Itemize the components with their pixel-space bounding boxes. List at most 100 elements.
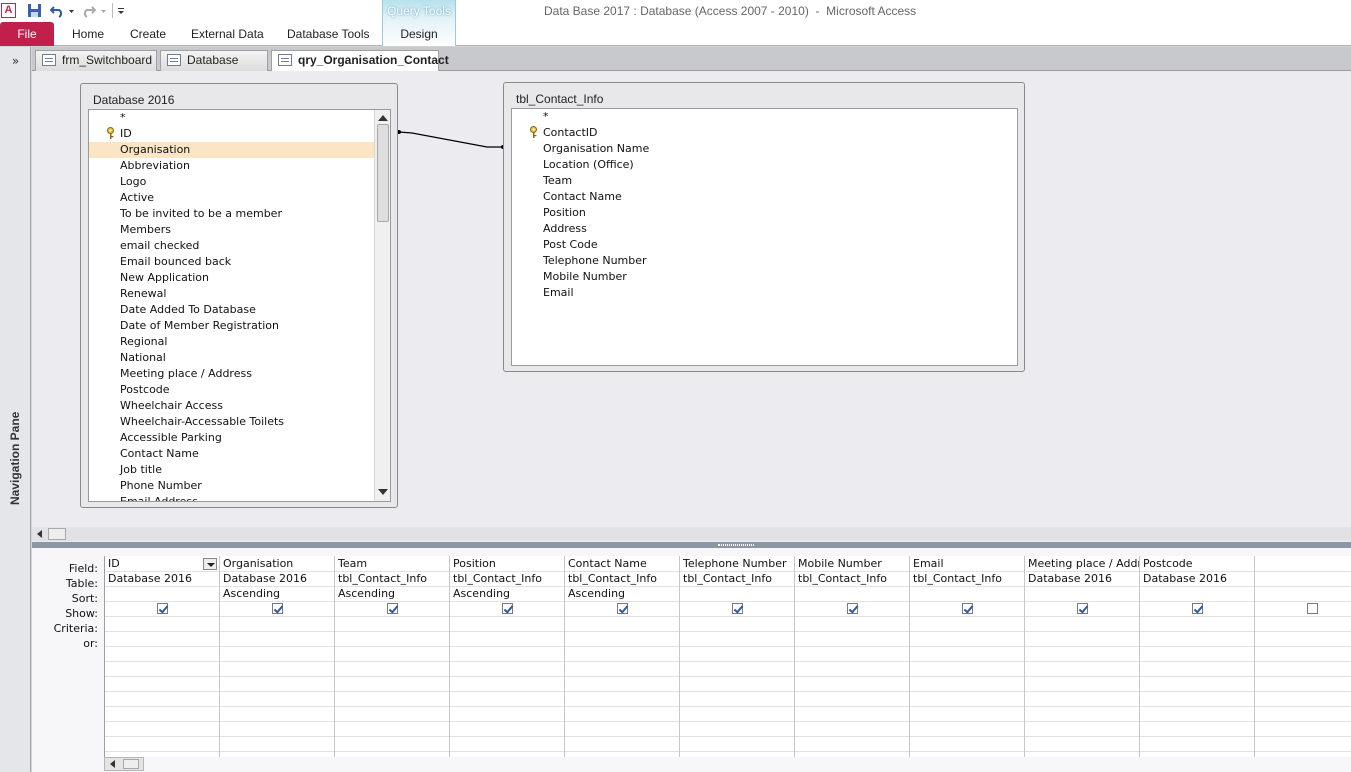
tab-file[interactable]: File (0, 22, 54, 46)
grid-or-cell[interactable] (795, 706, 909, 721)
grid-or-cell[interactable] (565, 646, 679, 661)
field-id[interactable]: ID (89, 126, 375, 142)
grid-column[interactable]: ID Database 2016 (105, 556, 220, 757)
grid-or-cell[interactable] (220, 721, 334, 736)
grid-column[interactable]: Position tbl_Contact_Info Ascending (450, 556, 565, 757)
redo-icon[interactable] (82, 3, 96, 18)
field-telephone-number[interactable]: Telephone Number (512, 253, 1017, 269)
tab-create[interactable]: Create (130, 22, 166, 46)
table-box-database-2016[interactable]: Database 2016 Email Address Phone Number J… (80, 83, 398, 508)
grid-or-cell[interactable] (680, 691, 794, 706)
grid-or-cell[interactable] (795, 646, 909, 661)
grid-criteria-cell[interactable] (335, 616, 449, 631)
grid-or-cell[interactable] (220, 736, 334, 751)
grid-or-cell[interactable] (220, 706, 334, 721)
scroll-thumb[interactable] (123, 759, 139, 769)
grid-field-cell[interactable]: Mobile Number (795, 556, 909, 571)
grid-sort-cell[interactable] (680, 586, 794, 601)
grid-or-cell[interactable] (335, 631, 449, 646)
field-all[interactable]: * (512, 109, 1017, 125)
tab-external-data[interactable]: External Data (191, 22, 264, 46)
grid-field-cell[interactable]: Meeting place / Address (1025, 556, 1139, 571)
field-date-of-member-registration[interactable]: Date of Member Registration (89, 318, 375, 334)
query-grid[interactable]: ID Database 2016 Organisation Database 2016… (104, 556, 1351, 757)
grid-or-cell[interactable] (450, 736, 564, 751)
grid-or-cell[interactable] (1140, 736, 1254, 751)
grid-or-cell[interactable] (680, 721, 794, 736)
grid-sort-cell[interactable]: Ascending (335, 586, 449, 601)
grid-or-cell[interactable] (450, 676, 564, 691)
tab-database-tools[interactable]: Database Tools (287, 22, 370, 46)
field-national[interactable]: National (89, 350, 375, 366)
field-email-checked[interactable]: email checked (89, 238, 375, 254)
field-active[interactable]: Active (89, 190, 375, 206)
grid-or-cell[interactable] (1140, 691, 1254, 706)
field-all[interactable]: * (89, 110, 375, 126)
grid-table-cell[interactable]: tbl_Contact_Info (910, 571, 1024, 586)
show-checkbox[interactable] (1077, 603, 1088, 614)
field-members[interactable]: Members (89, 222, 375, 238)
tab-home[interactable]: Home (72, 22, 104, 46)
grid-or-cell[interactable] (910, 631, 1024, 646)
field-post-code[interactable]: Post Code (512, 237, 1017, 253)
undo-dropdown-icon[interactable] (68, 3, 75, 18)
grid-field-cell[interactable]: Email (910, 556, 1024, 571)
grid-or-cell[interactable] (1255, 661, 1351, 676)
grid-criteria-cell[interactable] (680, 616, 794, 631)
field-organisation[interactable]: Organisation (89, 142, 375, 158)
nav-pane-expand-button[interactable]: » (0, 50, 31, 72)
grid-column[interactable]: Team tbl_Contact_Info Ascending (335, 556, 450, 757)
grid-or-cell[interactable] (680, 631, 794, 646)
grid-criteria-cell[interactable] (450, 616, 564, 631)
grid-or-cell[interactable] (565, 661, 679, 676)
table-box-title[interactable]: tbl_Contact_Info (516, 92, 603, 106)
grid-or-cell[interactable] (910, 676, 1024, 691)
scroll-up-arrow[interactable] (378, 115, 388, 121)
doc-tab-frm-switchboard[interactable]: frm_Switchboard (35, 50, 157, 71)
field-email-address[interactable]: Email Address (89, 494, 375, 501)
scroll-left-arrow[interactable] (110, 760, 115, 768)
grid-field-cell[interactable] (1255, 556, 1351, 571)
grid-or-cell[interactable] (105, 661, 219, 676)
grid-or-cell[interactable] (450, 661, 564, 676)
grid-or-cell[interactable] (335, 736, 449, 751)
grid-column[interactable]: Organisation Database 2016 Ascending (220, 556, 335, 757)
show-checkbox[interactable] (387, 603, 398, 614)
table-box-title[interactable]: Database 2016 (93, 93, 174, 107)
grid-or-cell[interactable] (450, 646, 564, 661)
grid-criteria-cell[interactable] (220, 616, 334, 631)
grid-or-cell[interactable] (1025, 721, 1139, 736)
navigation-pane-label[interactable]: Navigation Pane (8, 412, 22, 505)
grid-or-cell[interactable] (1255, 676, 1351, 691)
grid-or-cell[interactable] (220, 661, 334, 676)
field-email-bounced-back[interactable]: Email bounced back (89, 254, 375, 270)
grid-or-cell[interactable] (105, 721, 219, 736)
grid-sort-cell[interactable] (1255, 586, 1351, 601)
show-checkbox[interactable] (1192, 603, 1203, 614)
grid-table-cell[interactable]: tbl_Contact_Info (565, 571, 679, 586)
field-organisation-name[interactable]: Organisation Name (512, 141, 1017, 157)
grid-or-cell[interactable] (680, 706, 794, 721)
grid-table-cell[interactable] (1255, 571, 1351, 586)
grid-horizontal-scrollbar[interactable] (104, 757, 144, 771)
grid-sort-cell[interactable]: Ascending (220, 586, 334, 601)
grid-criteria-cell[interactable] (105, 616, 219, 631)
grid-sort-cell[interactable]: Ascending (450, 586, 564, 601)
grid-or-cell[interactable] (795, 691, 909, 706)
vertical-scrollbar[interactable] (374, 110, 390, 501)
grid-or-cell[interactable] (1255, 691, 1351, 706)
grid-or-cell[interactable] (680, 676, 794, 691)
navigation-pane[interactable] (0, 47, 31, 772)
grid-or-cell[interactable] (795, 631, 909, 646)
field-contact-name[interactable]: Contact Name (89, 446, 375, 462)
grid-or-cell[interactable] (450, 631, 564, 646)
grid-or-cell[interactable] (105, 646, 219, 661)
field-position[interactable]: Position (512, 205, 1017, 221)
grid-or-cell[interactable] (1255, 736, 1351, 751)
grid-table-cell[interactable]: Database 2016 (105, 571, 219, 586)
field-accessible-parking[interactable]: Accessible Parking (89, 430, 375, 446)
field-to-be-invited-to-be-a-member[interactable]: To be invited to be a member (89, 206, 375, 222)
scroll-thumb[interactable] (377, 124, 389, 222)
grid-or-cell[interactable] (105, 736, 219, 751)
grid-or-cell[interactable] (220, 631, 334, 646)
